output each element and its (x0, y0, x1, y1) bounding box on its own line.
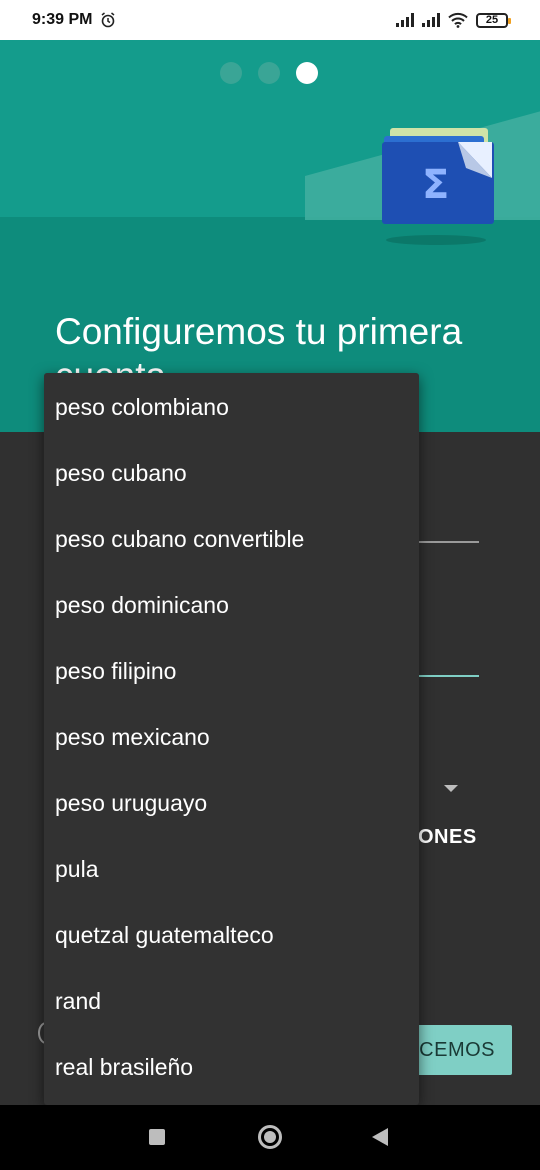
list-item[interactable]: pula (44, 836, 419, 902)
page-dot-2 (258, 62, 280, 84)
page-dot-1 (220, 62, 242, 84)
recents-icon[interactable] (149, 1129, 165, 1145)
list-item[interactable]: peso cubano (44, 440, 419, 506)
list-item[interactable]: peso filipino (44, 638, 419, 704)
list-item[interactable]: peso cubano convertible (44, 506, 419, 572)
back-icon[interactable] (372, 1128, 388, 1146)
list-item[interactable]: rand (44, 968, 419, 1034)
continue-button[interactable]: CEMOS (405, 1025, 512, 1075)
wallet-sigma-icon: Σ (382, 128, 494, 245)
wifi-icon (448, 12, 468, 28)
account-name-underline (418, 541, 479, 543)
chevron-down-icon[interactable] (444, 785, 458, 792)
status-bar: 9:39 PM 25 (0, 0, 540, 40)
list-item[interactable]: peso mexicano (44, 704, 419, 770)
battery-icon: 25 (476, 12, 511, 28)
more-options-link[interactable]: ONES (418, 826, 477, 849)
list-item[interactable]: peso dominicano (44, 572, 419, 638)
list-item[interactable]: peso colombiano (44, 374, 419, 440)
alarm-icon (102, 12, 115, 28)
page-title: Configuremos tu primera (55, 311, 463, 352)
list-item[interactable]: real brasileño (44, 1034, 419, 1100)
battery-level: 25 (485, 14, 499, 26)
list-item[interactable]: peso uruguayo (44, 770, 419, 836)
system-nav-bar (0, 1105, 540, 1170)
home-icon[interactable] (258, 1125, 282, 1149)
page-dot-3 (296, 62, 318, 84)
signal-icon (396, 13, 414, 27)
page-indicator (220, 62, 318, 84)
status-time: 9:39 PM (32, 11, 93, 28)
svg-text:Σ: Σ (422, 162, 449, 208)
balance-underline (418, 675, 479, 677)
list-item[interactable]: quetzal guatemalteco (44, 902, 419, 968)
currency-dropdown-list[interactable]: peso colombiano peso cubano peso cubano … (44, 373, 419, 1105)
signal-icon-2 (422, 13, 440, 27)
